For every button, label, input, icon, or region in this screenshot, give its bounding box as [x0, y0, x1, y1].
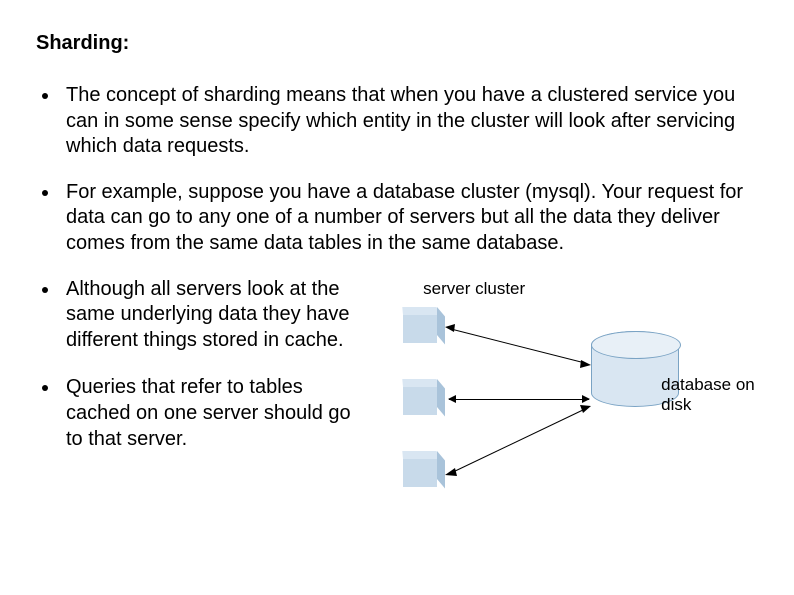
- arrow-icon: [445, 401, 591, 481]
- bullet-item: Although all servers look at the same un…: [36, 277, 363, 354]
- bullet-item: For example, suppose you have a database…: [36, 180, 758, 257]
- bottom-section: Although all servers look at the same un…: [36, 277, 758, 499]
- bullet-text: For example, suppose you have a database…: [66, 180, 746, 257]
- arrow-icon: [445, 319, 591, 379]
- server-box-icon: [403, 387, 437, 415]
- slide-title: Sharding:: [36, 32, 758, 55]
- bullet-item: The concept of sharding means that when …: [36, 83, 758, 160]
- server-cluster-label: server cluster: [423, 279, 525, 299]
- bullet-marker: [42, 385, 48, 391]
- left-bullets: Although all servers look at the same un…: [36, 277, 363, 453]
- arrow-icon: [449, 399, 589, 400]
- slide-content: The concept of sharding means that when …: [36, 83, 758, 499]
- server-box-icon: [403, 315, 437, 343]
- bullet-item: Queries that refer to tables cached on o…: [36, 375, 363, 452]
- server-box-icon: [403, 459, 437, 487]
- bullet-marker: [42, 93, 48, 99]
- diagram: server cluster database on disk: [373, 279, 758, 499]
- bullet-text: The concept of sharding means that when …: [66, 83, 746, 160]
- bullet-text: Queries that refer to tables cached on o…: [66, 375, 363, 452]
- bullet-text: Although all servers look at the same un…: [66, 277, 363, 354]
- bullet-marker: [42, 190, 48, 196]
- bullet-marker: [42, 287, 48, 293]
- database-label: database on disk: [661, 375, 758, 416]
